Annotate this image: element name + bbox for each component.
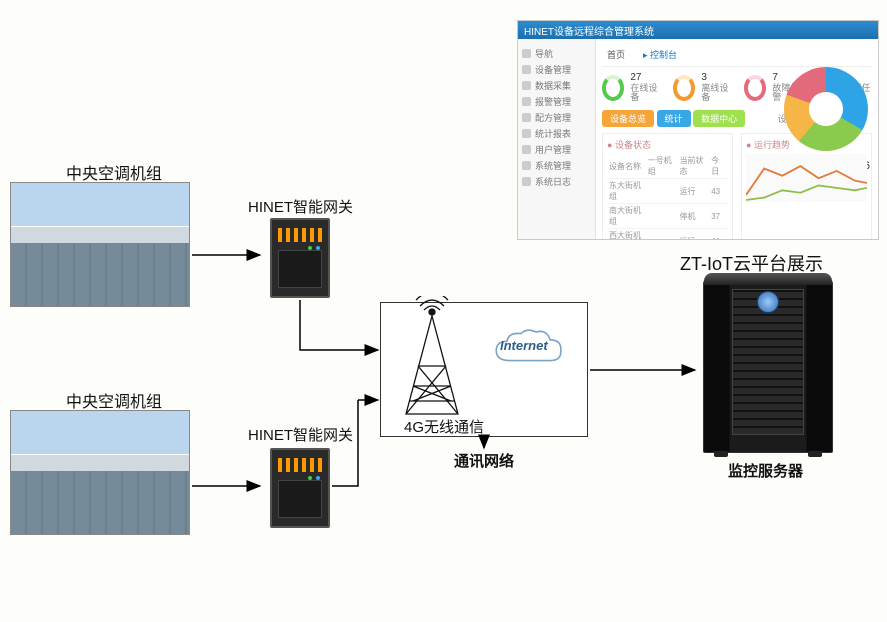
arrow-layer — [0, 0, 887, 622]
